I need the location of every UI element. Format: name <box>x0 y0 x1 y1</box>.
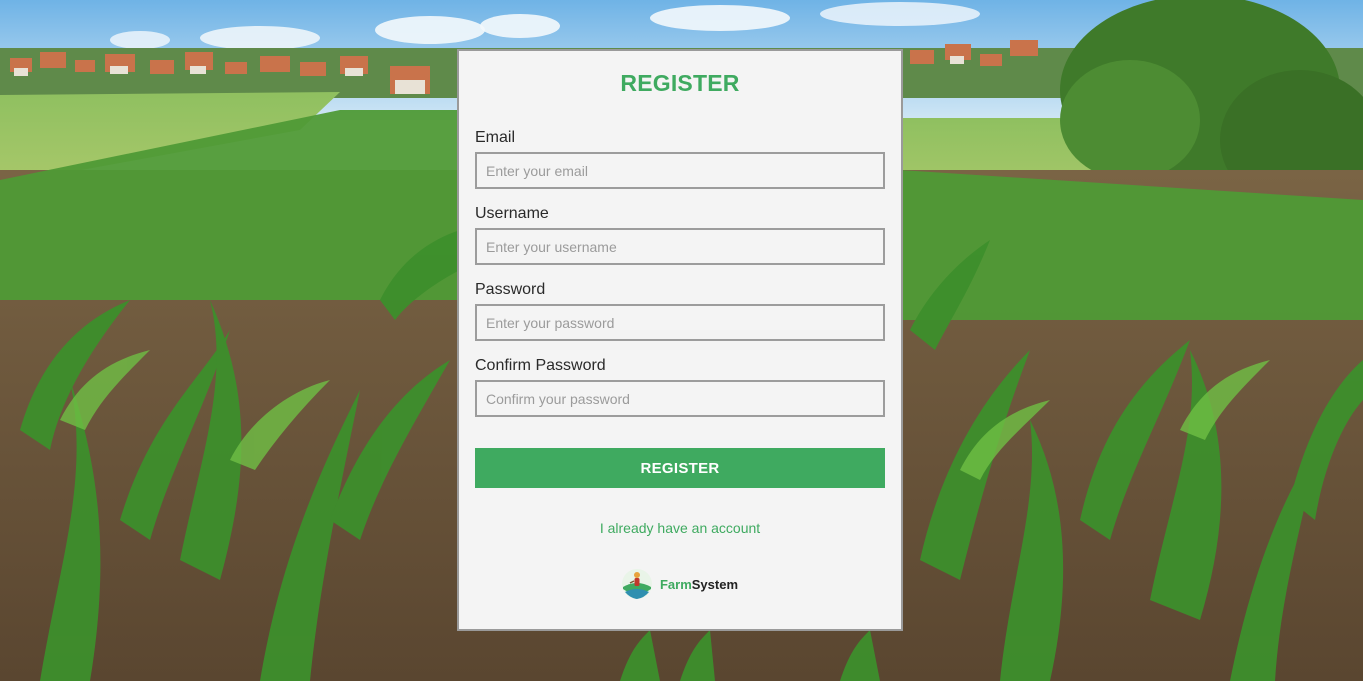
password-input[interactable] <box>475 304 885 341</box>
username-input[interactable] <box>475 228 885 265</box>
confirm-password-input[interactable] <box>475 380 885 417</box>
brand-name: FarmSystem <box>660 577 738 592</box>
confirm-password-label: Confirm Password <box>475 357 606 374</box>
brand-name-part2: System <box>691 576 739 592</box>
form-title: REGISTER <box>620 70 740 96</box>
email-input[interactable] <box>475 152 885 189</box>
register-button[interactable]: REGISTER <box>475 448 885 488</box>
email-label: Email <box>475 129 516 146</box>
password-label: Password <box>475 281 546 298</box>
login-link[interactable]: I already have an account <box>459 520 901 536</box>
brand-name-part1: Farm <box>659 576 692 592</box>
username-label: Username <box>475 205 549 222</box>
farmer-field-icon <box>621 569 652 599</box>
brand: FarmSystem <box>459 569 901 599</box>
register-card: REGISTER Email Username Password Confirm… <box>457 49 903 631</box>
